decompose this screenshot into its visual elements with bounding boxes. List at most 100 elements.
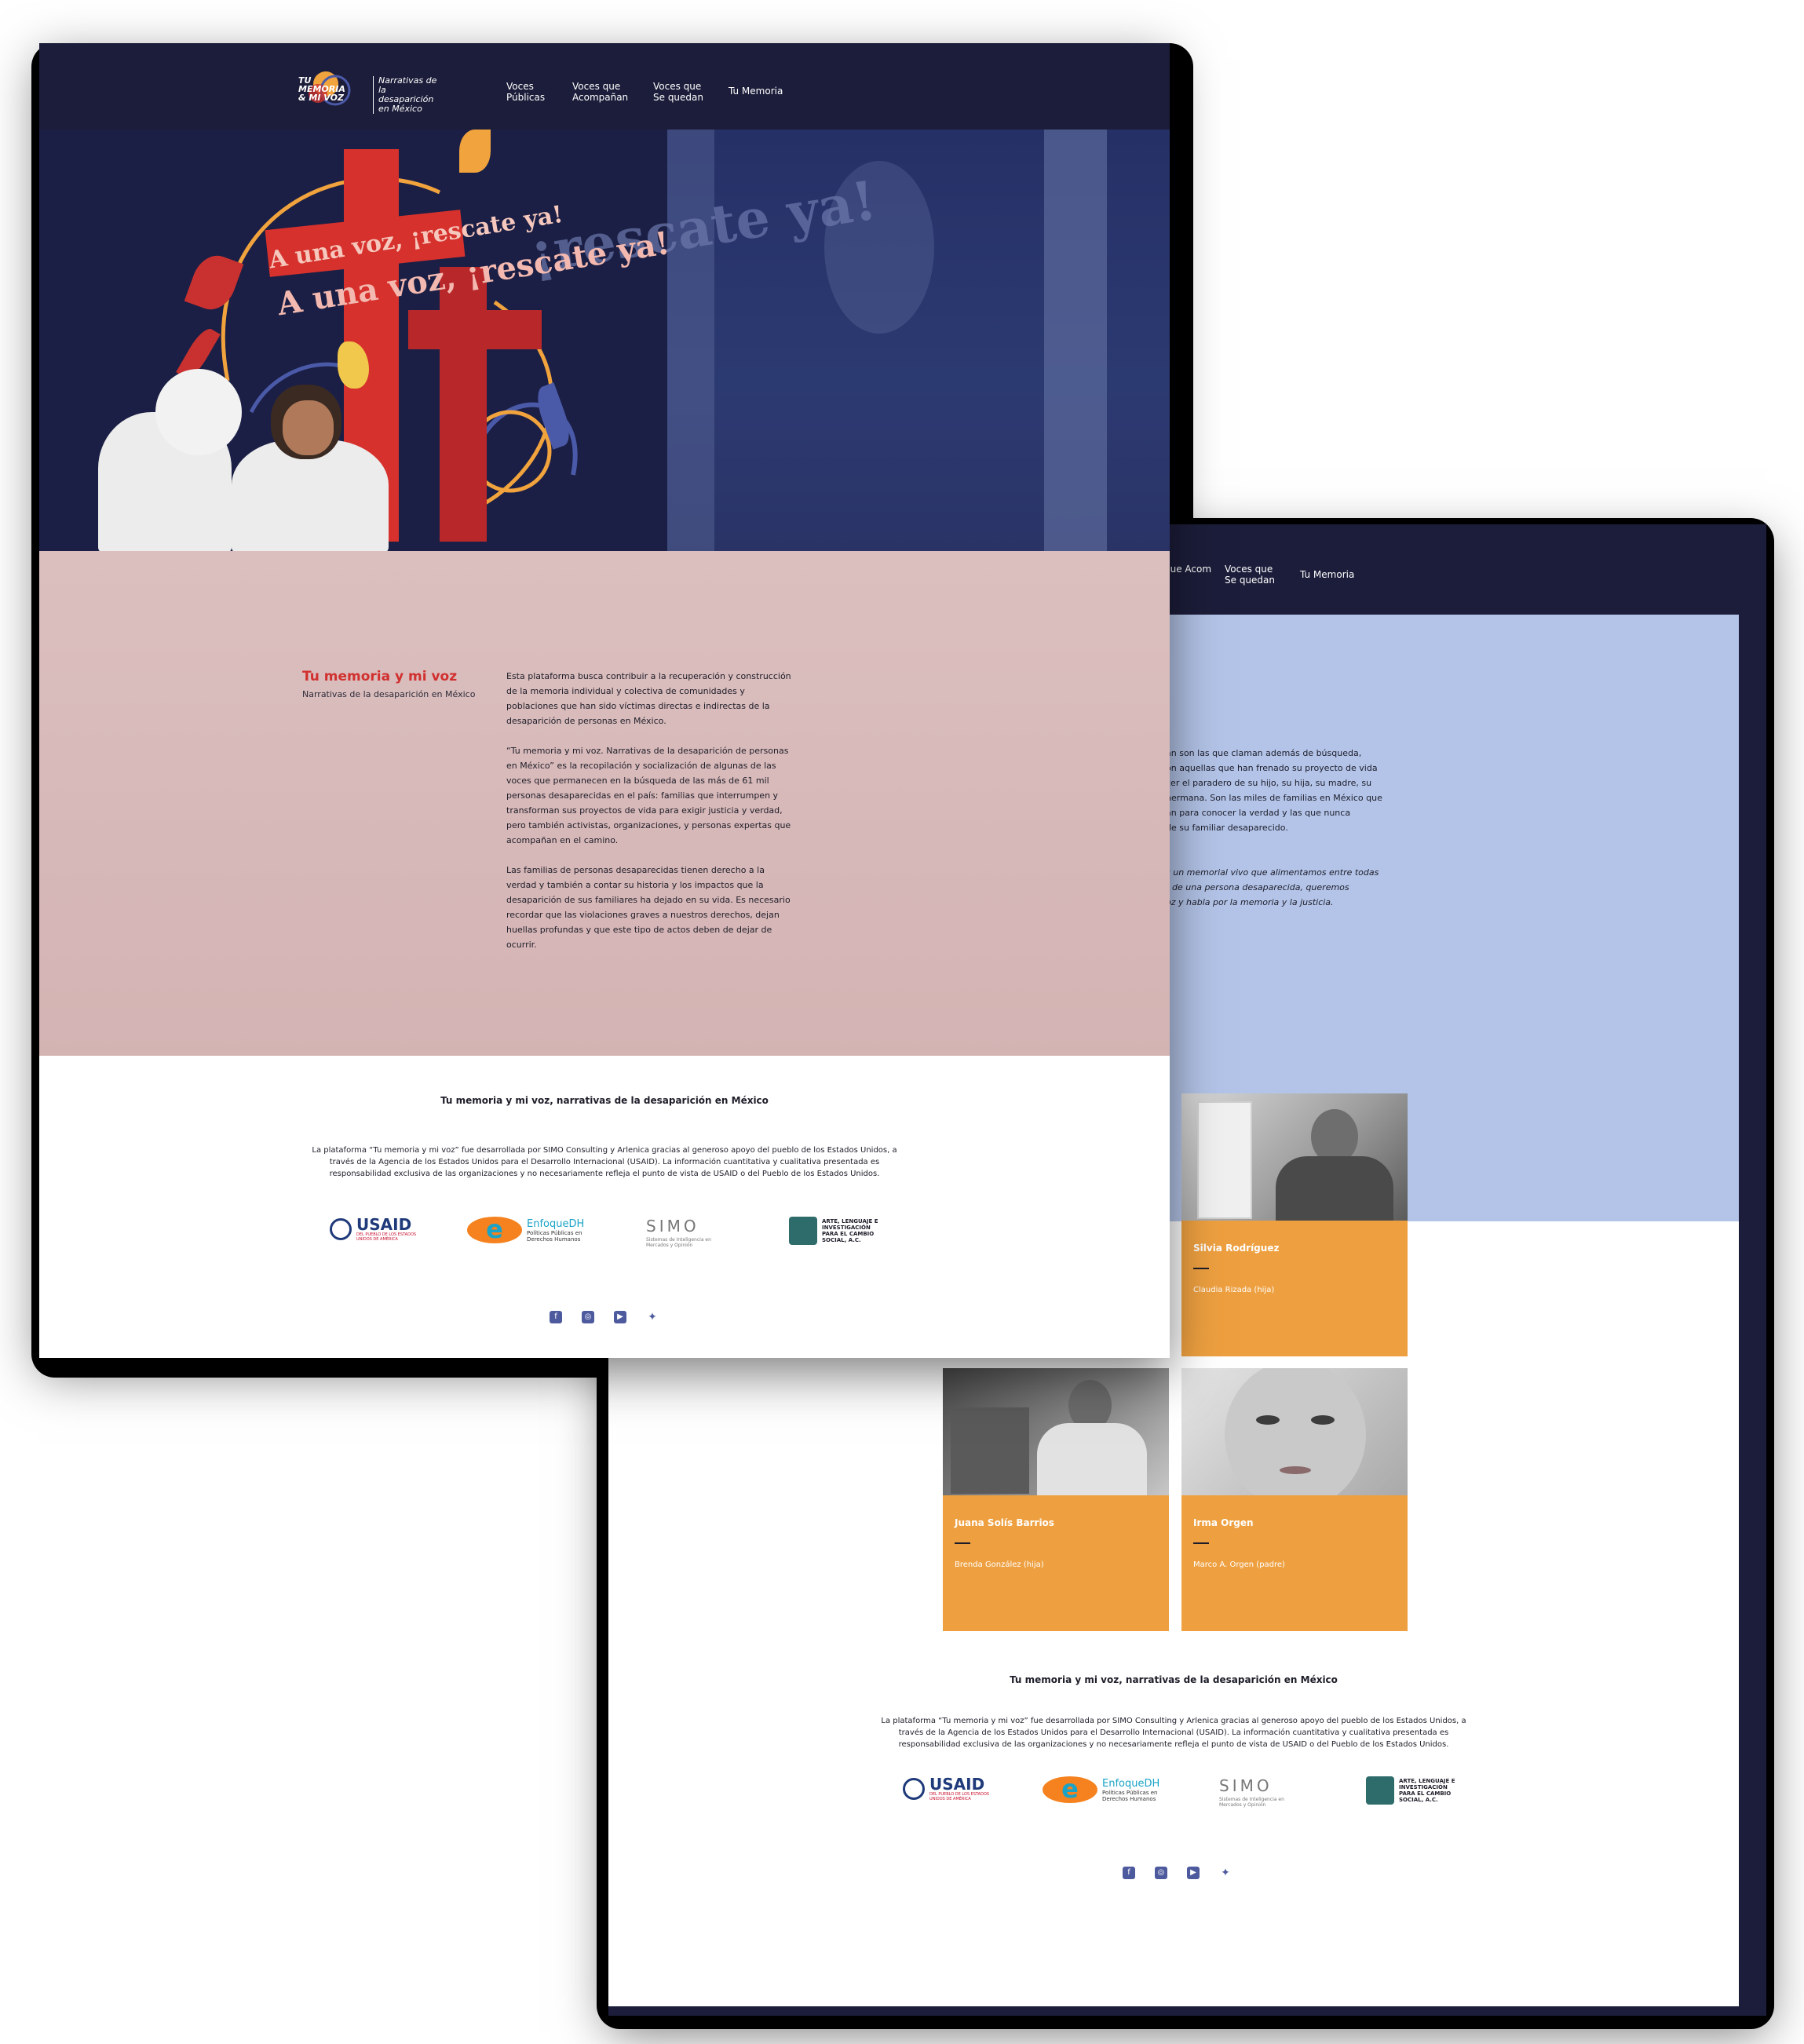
nav-item-label: Voces que Se quedan	[1225, 564, 1275, 586]
simo-logo[interactable]: SIMO Sistemas de Inteligencia en Mercado…	[1219, 1776, 1290, 1808]
intro-line: an son las que claman además de búsqueda…	[1166, 748, 1362, 758]
nav-item-label: que Acompañan	[1164, 564, 1211, 575]
about-paragraph: Las familias de personas desaparecidas t…	[506, 865, 791, 950]
partner-name: ARTE, LENGUAJE E INVESTIGACIÓN PARA EL C…	[822, 1218, 878, 1243]
partner-sub: DEL PUEBLO DE LOS ESTADOS UNIDOS DE AMÉR…	[929, 1792, 990, 1801]
card-name: Silvia Rodríguez	[1193, 1243, 1280, 1254]
intro-line: an para conocer la verdad y las que nunc…	[1166, 808, 1351, 818]
column-shape	[667, 130, 714, 551]
partner-name: ARTE, LENGUAJE E INVESTIGACIÓN PARA EL C…	[1399, 1778, 1455, 1803]
nav-voces-publicas[interactable]: Voces Públicas	[506, 81, 550, 103]
enfoque-e-icon: e	[467, 1217, 522, 1243]
testimony-card-silvia[interactable]: Silvia Rodríguez Claudia Rizada (hija)	[1181, 1093, 1408, 1356]
nav-voces-acompanan[interactable]: que Acompañan	[1164, 564, 1211, 575]
face-shape	[1225, 1368, 1366, 1495]
partner-name: SIMO	[1219, 1776, 1273, 1795]
nav-voces-acompanan[interactable]: Voces que Acompañan	[572, 81, 631, 103]
door-shape	[1197, 1101, 1252, 1219]
footer-text: La plataforma “Tu memoria y mi voz” fue …	[881, 1717, 1466, 1749]
cabinet-shape	[951, 1407, 1029, 1494]
footer-title: Tu memoria y mi voz, narrativas de la de…	[440, 1095, 769, 1106]
twitter-icon[interactable]: ✦	[646, 1311, 659, 1323]
testimony-card-juana[interactable]: Juana Solís Barrios Brenda González (hij…	[943, 1368, 1169, 1631]
nav-voces-se-quedan[interactable]: Voces que Se quedan	[653, 81, 708, 103]
enfoque-e-icon: e	[1043, 1776, 1097, 1803]
about-section: Tu memoria y mi voz Narrativas de la des…	[39, 551, 1170, 1056]
about-subtitle: Narrativas de la desaparición en México	[302, 689, 476, 699]
arlenica-logo[interactable]: ARTE, LENGUAJE E INVESTIGACIÓN PARA EL C…	[789, 1217, 885, 1245]
enfoquedh-logo[interactable]: e EnfoqueDH Políticas Públicas en Derech…	[467, 1217, 586, 1243]
testimony-card-irma[interactable]: Irma Orgen Marco A. Orgen (padre)	[1181, 1368, 1408, 1631]
usaid-logo[interactable]: USAID DEL PUEBLO DE LOS ESTADOS UNIDOS D…	[903, 1776, 992, 1801]
partner-name: SIMO	[646, 1217, 699, 1236]
card-relation: Marco A. Orgen (padre)	[1193, 1560, 1285, 1569]
nav-tu-memoria[interactable]: Tu Memoria	[729, 86, 783, 97]
about-paragraph: “Tu memoria y mi voz. Narrativas de la d…	[506, 746, 791, 845]
intro-line: hermana. Son las miles de familias en Mé…	[1166, 793, 1382, 803]
intro-line: de su familiar desaparecido.	[1166, 823, 1288, 833]
intro-italic-line: oz y habla por la memoria y la justicia.	[1166, 897, 1334, 907]
intro-italic-line: r de una persona desaparecida, queremos	[1166, 882, 1349, 892]
person-face	[283, 400, 334, 455]
partner-sub: Sistemas de Inteligencia en Mercados y O…	[646, 1237, 711, 1248]
site-logo[interactable]: TU MEMORIA & MI VOZ	[294, 67, 357, 112]
partner-sub: Políticas Públicas en Derechos Humanos	[1102, 1789, 1158, 1802]
usaid-seal-icon	[903, 1778, 925, 1800]
card-name: Juana Solís Barrios	[955, 1517, 1054, 1528]
nav-tu-memoria[interactable]: Tu Memoria	[1300, 569, 1354, 580]
nav-item-label: Voces Públicas	[506, 81, 546, 103]
intro-line: cer el paradero de su hijo, su hija, su …	[1166, 778, 1372, 788]
brand-tagline: Narrativas de la desaparición en México	[373, 76, 444, 114]
card-relation: Brenda González (hija)	[955, 1560, 1044, 1569]
nav-item-label: Voces que Se quedan	[653, 81, 703, 103]
card-dash	[1193, 1542, 1209, 1544]
usaid-logo[interactable]: USAID DEL PUEBLO DE LOS ESTADOS UNIDOS D…	[330, 1217, 419, 1242]
card-photo	[1181, 1368, 1408, 1495]
usaid-seal-icon	[330, 1218, 352, 1240]
person-hood-head	[155, 369, 242, 455]
front-page-window: TU MEMORIA & MI VOZ Narrativas de la des…	[39, 43, 1170, 1358]
main-navigation-bar: TU MEMORIA & MI VOZ Narrativas de la des…	[39, 43, 1170, 130]
column-shape	[1044, 130, 1107, 551]
logo-text: TU MEMORIA & MI VOZ	[298, 75, 345, 103]
partner-name: EnfoqueDH	[1102, 1777, 1160, 1790]
partner-logos: USAID DEL PUEBLO DE LOS ESTADOS UNIDOS D…	[608, 1776, 1739, 1823]
card-photo	[1181, 1093, 1408, 1221]
eye-shape	[1311, 1415, 1335, 1425]
facebook-icon[interactable]: f	[550, 1311, 562, 1323]
orange-flower-icon	[459, 130, 491, 173]
partner-sub: DEL PUEBLO DE LOS ESTADOS UNIDOS DE AMÉR…	[356, 1232, 417, 1242]
about-paragraph: Esta plataforma busca contribuir a la re…	[506, 671, 791, 726]
partner-sub: Políticas Públicas en Derechos Humanos	[527, 1229, 582, 1243]
arlenica-logo[interactable]: ARTE, LENGUAJE E INVESTIGACIÓN PARA EL C…	[1366, 1776, 1462, 1805]
arlenica-mark-icon	[1366, 1776, 1394, 1805]
red-cross-back	[440, 267, 487, 542]
partner-name: USAID	[929, 1775, 985, 1794]
partner-logos: USAID DEL PUEBLO DE LOS ESTADOS UNIDOS D…	[39, 1217, 1170, 1264]
front-footer: Tu memoria y mi voz, narrativas de la de…	[39, 1056, 1170, 1358]
about-body: Esta plataforma busca contribuir a la re…	[506, 669, 797, 967]
instagram-icon[interactable]: ◎	[582, 1311, 594, 1323]
body-shape	[1276, 1156, 1393, 1221]
body-shape	[1037, 1423, 1147, 1495]
youtube-icon[interactable]: ▶	[1187, 1867, 1200, 1879]
instagram-icon[interactable]: ◎	[1155, 1867, 1167, 1879]
facebook-icon[interactable]: f	[1123, 1867, 1135, 1879]
arlenica-mark-icon	[789, 1217, 817, 1245]
youtube-icon[interactable]: ▶	[614, 1311, 626, 1323]
nav-voces-se-quedan[interactable]: Voces que Se quedan	[1225, 564, 1280, 586]
card-dash	[1193, 1268, 1209, 1269]
red-cross-back-bar	[408, 310, 542, 349]
footer-text: La plataforma “Tu memoria y mi voz” fue …	[312, 1146, 897, 1178]
enfoquedh-logo[interactable]: e EnfoqueDH Políticas Públicas en Derech…	[1043, 1776, 1161, 1803]
twitter-icon[interactable]: ✦	[1219, 1867, 1232, 1879]
intro-line: on aquellas que han frenado su proyecto …	[1166, 763, 1378, 773]
nav-item-label: Voces que Acompañan	[572, 81, 629, 103]
card-photo	[943, 1368, 1169, 1495]
simo-logo[interactable]: SIMO Sistemas de Inteligencia en Mercado…	[646, 1217, 717, 1248]
card-dash	[955, 1542, 970, 1544]
partner-name: USAID	[356, 1215, 412, 1234]
back-intro-text: an son las que claman además de búsqueda…	[1166, 746, 1425, 910]
intro-italic-line: s un memorial vivo que alimentamos entre…	[1166, 867, 1379, 878]
card-name: Irma Orgen	[1193, 1517, 1254, 1528]
